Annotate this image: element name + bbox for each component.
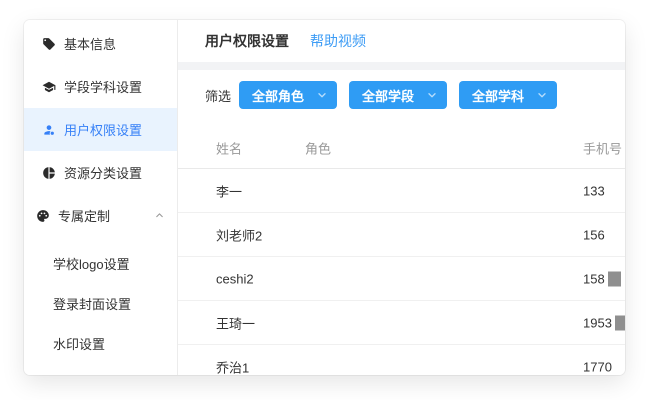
chevron-down-icon xyxy=(536,89,548,101)
sidebar-group-exclusive-custom[interactable]: 专属定制 xyxy=(24,194,177,237)
sidebar-item-label: 资源分类设置 xyxy=(64,163,142,182)
palette-icon xyxy=(36,209,50,223)
table-row: 刘老师2 156 xyxy=(178,213,625,257)
column-header-role: 角色 xyxy=(305,139,331,158)
cell-name: 王琦一 xyxy=(216,313,255,332)
user-permission-icon xyxy=(42,123,56,137)
cell-name: ceshi2 xyxy=(216,271,254,286)
subject-filter-value: 全部学科 xyxy=(472,86,524,105)
pie-chart-icon xyxy=(42,166,56,180)
page-title: 用户权限设置 xyxy=(205,31,289,51)
sidebar-item-resource-category[interactable]: 资源分类设置 xyxy=(24,151,177,194)
sidebar-submenu: 学校logo设置 登录封面设置 水印设置 xyxy=(24,243,177,363)
cell-phone: 1770 xyxy=(583,359,612,374)
table-row: ceshi2 158 xyxy=(178,257,625,301)
table-row: 王琦一 1953 xyxy=(178,301,625,345)
sidebar-item-basic-info[interactable]: 基本信息 xyxy=(24,22,177,65)
role-filter-dropdown[interactable]: 全部角色 xyxy=(239,81,337,109)
sidebar-subitem-label: 学校logo设置 xyxy=(53,254,130,273)
cell-name: 李一 xyxy=(216,181,242,200)
page-header: 用户权限设置 帮助视频 xyxy=(178,20,625,62)
cell-phone: 1953 xyxy=(583,315,625,330)
tag-icon xyxy=(42,37,56,51)
sidebar-item-stage-subject[interactable]: 学段学科设置 xyxy=(24,65,177,108)
chevron-up-icon[interactable] xyxy=(154,210,165,221)
header-divider-band xyxy=(178,62,625,70)
chevron-down-icon xyxy=(426,89,438,101)
sidebar-item-label: 基本信息 xyxy=(64,34,116,53)
sidebar-subitem-watermark[interactable]: 水印设置 xyxy=(24,323,177,363)
column-header-name: 姓名 xyxy=(216,139,242,158)
filter-bar: 筛选 全部角色 全部学段 全部学科 xyxy=(205,81,625,109)
cell-name: 乔治1 xyxy=(216,357,249,375)
redaction-block xyxy=(608,271,621,286)
chevron-down-icon xyxy=(316,89,328,101)
sidebar: 基本信息 学段学科设置 用户权限设置 资源分类设置 专属定制 xyxy=(24,20,178,375)
cell-name: 刘老师2 xyxy=(216,225,262,244)
redaction-block xyxy=(615,315,625,330)
sidebar-group-label: 专属定制 xyxy=(58,206,110,225)
sidebar-item-label: 学段学科设置 xyxy=(64,77,142,96)
main-area: 用户权限设置 帮助视频 筛选 全部角色 全部学段 xyxy=(178,20,625,375)
role-filter-value: 全部角色 xyxy=(252,86,304,105)
cell-phone: 133 xyxy=(583,183,605,198)
help-video-link[interactable]: 帮助视频 xyxy=(310,31,366,51)
app-window: 基本信息 学段学科设置 用户权限设置 资源分类设置 专属定制 xyxy=(24,20,625,375)
sidebar-subitem-label: 登录封面设置 xyxy=(53,294,131,313)
cell-phone: 156 xyxy=(583,227,605,242)
table-header: 姓名 角色 手机号 xyxy=(178,128,625,169)
sidebar-item-label: 用户权限设置 xyxy=(64,120,142,139)
column-header-phone: 手机号 xyxy=(583,139,622,158)
subject-filter-dropdown[interactable]: 全部学科 xyxy=(459,81,557,109)
sidebar-item-user-permission[interactable]: 用户权限设置 xyxy=(24,108,177,151)
table-row: 李一 133 xyxy=(178,169,625,213)
user-table: 姓名 角色 手机号 李一 133 刘老师2 156 xyxy=(178,128,625,375)
sidebar-subitem-login-cover[interactable]: 登录封面设置 xyxy=(24,283,177,323)
content-panel: 筛选 全部角色 全部学段 全部学科 xyxy=(178,70,625,375)
cell-phone: 158 xyxy=(583,271,621,286)
graduation-cap-icon xyxy=(42,80,56,94)
stage-filter-dropdown[interactable]: 全部学段 xyxy=(349,81,447,109)
filter-label: 筛选 xyxy=(205,86,231,105)
table-row: 乔治1 1770 xyxy=(178,345,625,375)
sidebar-subitem-label: 水印设置 xyxy=(53,334,105,353)
stage-filter-value: 全部学段 xyxy=(362,86,414,105)
sidebar-subitem-school-logo[interactable]: 学校logo设置 xyxy=(24,243,177,283)
